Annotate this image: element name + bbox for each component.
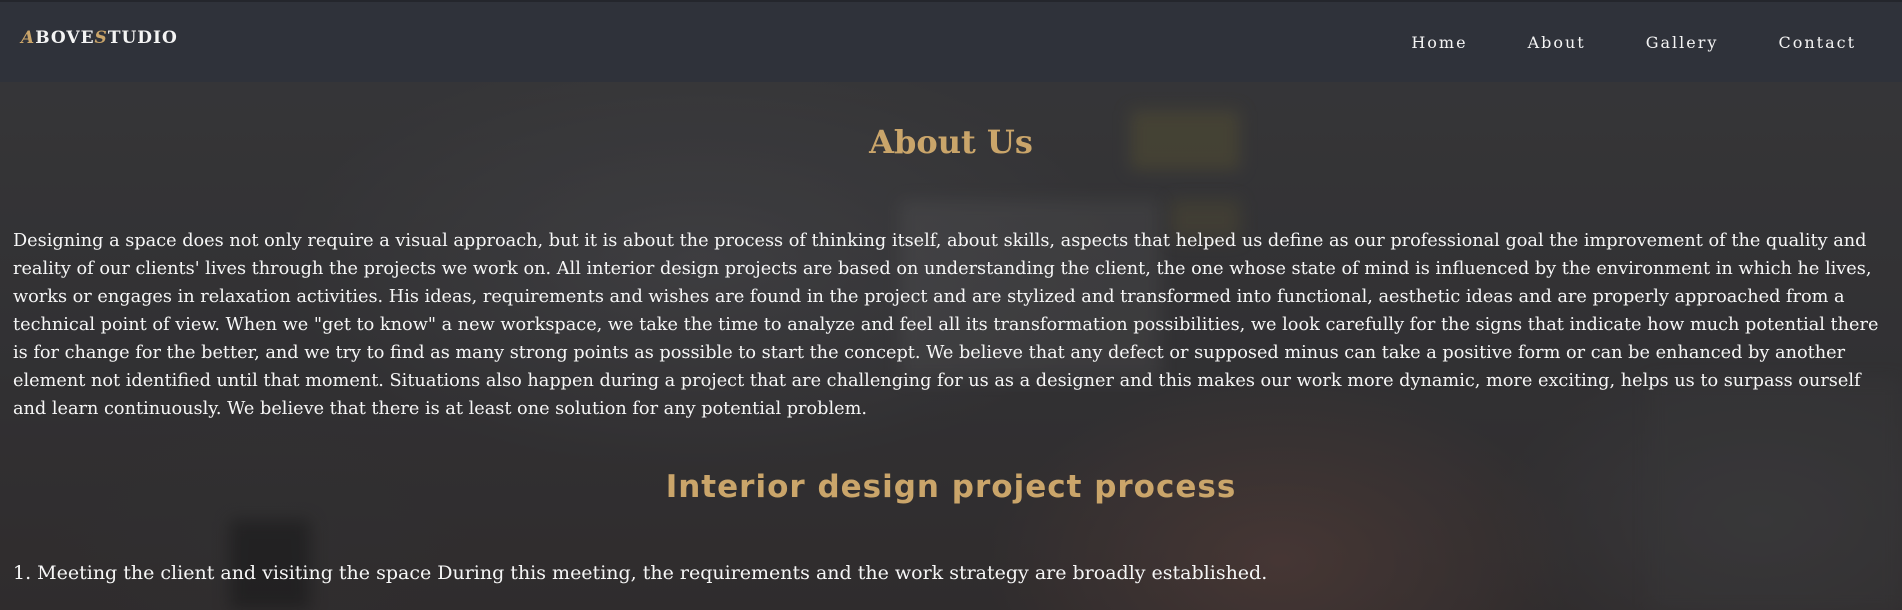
about-paragraph: Designing a space does not only require … — [13, 231, 1879, 419]
logo-letter-a: A — [21, 28, 36, 48]
logo-word-tudio: TUDIO — [107, 28, 178, 48]
process-step: 1. Meeting the client and visiting the s… — [13, 562, 1268, 584]
brand-logo[interactable]: ABOVESTUDIO — [21, 28, 178, 48]
top-navbar: ABOVESTUDIO Home About Gallery Contact — [0, 0, 1902, 82]
main-nav: Home About Gallery Contact — [1397, 33, 1902, 52]
page-title: About Us — [869, 123, 1033, 161]
about-section: About Us Designing a space does not only… — [0, 82, 1902, 584]
nav-link-about[interactable]: About — [1514, 33, 1600, 52]
nav-link-contact[interactable]: Contact — [1764, 33, 1870, 52]
section-subtitle: Interior design project process — [665, 469, 1237, 505]
nav-link-gallery[interactable]: Gallery — [1632, 33, 1733, 52]
nav-link-home[interactable]: Home — [1397, 33, 1481, 52]
logo-word-bove: BOVE — [35, 28, 95, 48]
logo-letter-s: S — [94, 28, 108, 48]
